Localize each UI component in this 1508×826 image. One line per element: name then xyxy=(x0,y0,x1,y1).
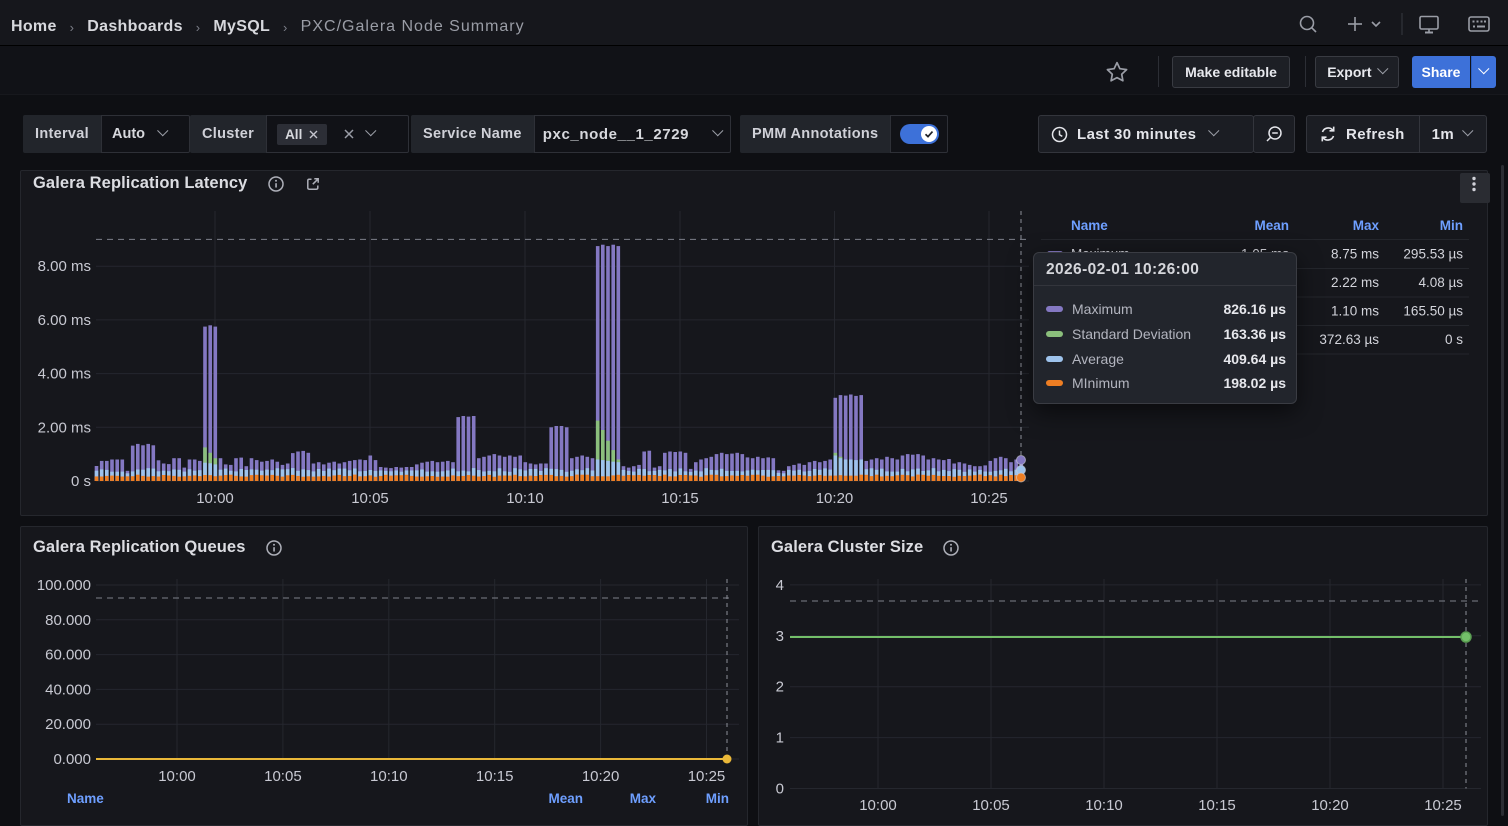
svg-text:60.000: 60.000 xyxy=(45,647,91,664)
svg-text:10:05: 10:05 xyxy=(351,490,389,507)
svg-text:Min: Min xyxy=(1440,218,1463,233)
svg-text:0 s: 0 s xyxy=(71,473,91,490)
svg-text:Max: Max xyxy=(1353,218,1380,233)
svg-text:10:00: 10:00 xyxy=(158,768,196,785)
svg-text:8.00 ms: 8.00 ms xyxy=(38,258,91,275)
svg-text:10:20: 10:20 xyxy=(816,490,854,507)
svg-text:372.63 µs: 372.63 µs xyxy=(1319,332,1379,347)
svg-text:10:00: 10:00 xyxy=(859,797,897,814)
svg-text:10:20: 10:20 xyxy=(1311,797,1349,814)
svg-text:10:25: 10:25 xyxy=(1424,797,1462,814)
svg-text:Mean: Mean xyxy=(548,791,583,806)
svg-text:1: 1 xyxy=(776,730,784,747)
svg-text:10:10: 10:10 xyxy=(506,490,544,507)
svg-text:4: 4 xyxy=(776,577,784,594)
svg-text:295.53 µs: 295.53 µs xyxy=(1403,247,1463,262)
svg-text:10:05: 10:05 xyxy=(972,797,1010,814)
svg-text:4.08 µs: 4.08 µs xyxy=(1418,275,1463,290)
svg-text:1.10 ms: 1.10 ms xyxy=(1331,304,1379,319)
svg-text:Name: Name xyxy=(67,791,104,806)
svg-text:3: 3 xyxy=(776,628,784,645)
svg-text:Name: Name xyxy=(1071,218,1108,233)
svg-text:10:25: 10:25 xyxy=(688,768,726,785)
svg-text:10:00: 10:00 xyxy=(196,490,234,507)
svg-text:0 s: 0 s xyxy=(1445,332,1463,347)
svg-text:2: 2 xyxy=(776,679,784,696)
svg-text:4.00 ms: 4.00 ms xyxy=(38,366,91,383)
svg-text:10:10: 10:10 xyxy=(1085,797,1123,814)
svg-text:0.000: 0.000 xyxy=(53,751,91,768)
svg-text:Min: Min xyxy=(706,791,729,806)
svg-text:Max: Max xyxy=(630,791,657,806)
svg-text:2.00 ms: 2.00 ms xyxy=(38,419,91,436)
svg-text:10:15: 10:15 xyxy=(661,490,699,507)
svg-text:8.75 ms: 8.75 ms xyxy=(1331,247,1379,262)
svg-text:10:25: 10:25 xyxy=(970,490,1008,507)
svg-text:Mean: Mean xyxy=(1254,218,1289,233)
svg-text:100.000: 100.000 xyxy=(37,577,91,594)
svg-text:20.000: 20.000 xyxy=(45,716,91,733)
svg-text:10:10: 10:10 xyxy=(370,768,408,785)
svg-text:10:15: 10:15 xyxy=(476,768,514,785)
svg-text:0: 0 xyxy=(776,781,784,798)
svg-text:165.50 µs: 165.50 µs xyxy=(1403,304,1463,319)
svg-text:2.22 ms: 2.22 ms xyxy=(1331,275,1379,290)
svg-text:80.000: 80.000 xyxy=(45,612,91,629)
svg-text:10:05: 10:05 xyxy=(264,768,302,785)
svg-text:10:20: 10:20 xyxy=(582,768,620,785)
svg-text:6.00 ms: 6.00 ms xyxy=(38,312,91,329)
svg-text:10:15: 10:15 xyxy=(1198,797,1236,814)
svg-text:40.000: 40.000 xyxy=(45,681,91,698)
